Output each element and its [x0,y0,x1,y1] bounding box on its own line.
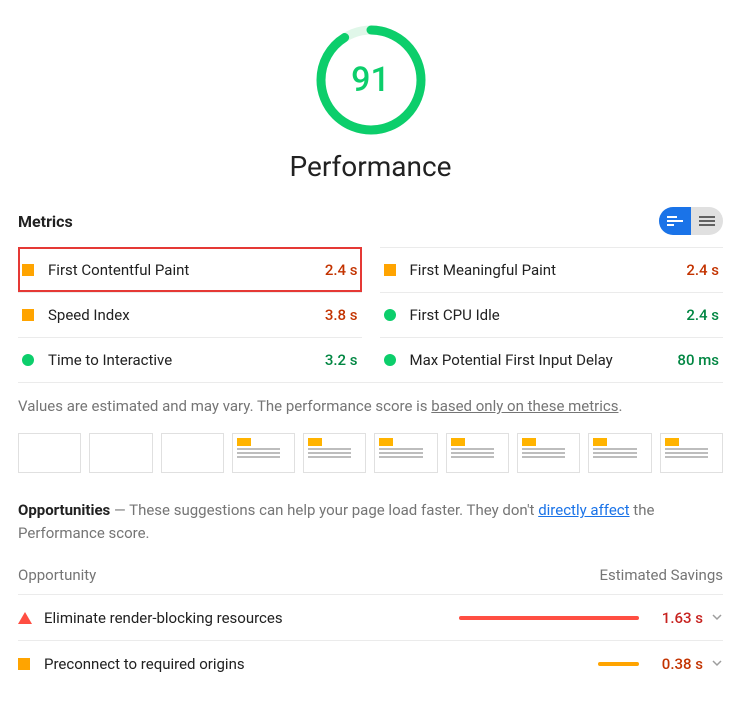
status-pass-icon [384,354,396,366]
metric-label: Max Potential First Input Delay [410,351,678,369]
filmstrip-frame [374,433,437,473]
filmstrip-frame [161,433,224,473]
gauge-ring: 91 [315,24,427,136]
metric-label: First CPU Idle [410,306,687,324]
metrics-heading: Metrics [18,212,73,231]
col-savings: Estimated Savings [600,566,724,584]
filmstrip-frame [660,433,723,473]
metric-label: First Contentful Paint [48,261,325,279]
note-tail: . [618,397,622,415]
note-link[interactable]: based only on these metrics [431,397,618,415]
opportunity-label: Preconnect to required origins [44,655,447,673]
opportunity-row[interactable]: Eliminate render-blocking resources 1.63 … [18,594,723,640]
metric-row[interactable]: Max Potential First Input Delay80 ms [380,337,724,382]
metric-label: Speed Index [48,306,325,324]
filmstrip-frame [446,433,509,473]
filmstrip-frame [303,433,366,473]
gauge-title: Performance [290,150,452,183]
opportunity-value: 0.38 s [651,655,703,673]
metric-label: Time to Interactive [48,351,325,369]
metric-row[interactable]: First Contentful Paint2.4 s [18,247,362,292]
metrics-note: Values are estimated and may vary. The p… [18,382,723,433]
filmstrip-frame [232,433,295,473]
opps-title: Opportunities [18,501,110,519]
metric-row[interactable]: First Meaningful Paint2.4 s [380,247,724,292]
opportunities-list: Eliminate render-blocking resources 1.63 … [18,594,723,686]
col-opportunity: Opportunity [18,566,96,584]
opportunity-row[interactable]: Preconnect to required origins 0.38 s [18,640,723,686]
note-text: Values are estimated and may vary. The p… [18,397,431,415]
metric-value: 2.4 s [325,261,358,279]
filmstrip-frame [89,433,152,473]
status-pass-icon [22,354,34,366]
status-warn-icon [384,264,396,276]
filmstrip-frame [18,433,81,473]
status-warn-icon [22,309,34,321]
metric-value: 3.2 s [325,351,358,369]
metric-row[interactable]: Time to Interactive3.2 s [18,337,362,382]
opportunity-value: 1.63 s [651,609,703,627]
metric-row[interactable]: Speed Index3.8 s [18,292,362,337]
metrics-grid: First Contentful Paint2.4 sFirst Meaning… [18,247,723,382]
performance-gauge: 91 Performance [18,24,723,183]
metric-value: 2.4 s [686,261,719,279]
status-pass-icon [384,309,396,321]
metric-label: First Meaningful Paint [410,261,687,279]
metric-value: 3.8 s [325,306,358,324]
toggle-expanded-button[interactable] [691,207,723,235]
status-fail-icon [18,612,32,624]
filmstrip-frame [517,433,580,473]
chevron-down-icon[interactable] [711,608,723,627]
metric-value: 80 ms [677,351,719,369]
directly-affect-link[interactable]: directly affect [538,501,629,519]
opportunity-label: Eliminate render-blocking resources [44,609,447,627]
status-warn-icon [22,264,34,276]
gauge-score: 91 [315,24,427,136]
filmstrip-frame [588,433,651,473]
view-toggle[interactable] [659,207,723,235]
opportunities-header-row: Opportunity Estimated Savings [18,566,723,594]
opportunities-intro: Opportunities — These suggestions can he… [18,499,723,544]
savings-bar [459,616,639,620]
filmstrip [18,433,723,473]
chevron-down-icon[interactable] [711,654,723,673]
metric-row[interactable]: First CPU Idle2.4 s [380,292,724,337]
status-warn-icon [18,658,30,670]
toggle-compact-button[interactable] [659,207,691,235]
savings-bar [459,662,639,666]
metric-value: 2.4 s [686,306,719,324]
